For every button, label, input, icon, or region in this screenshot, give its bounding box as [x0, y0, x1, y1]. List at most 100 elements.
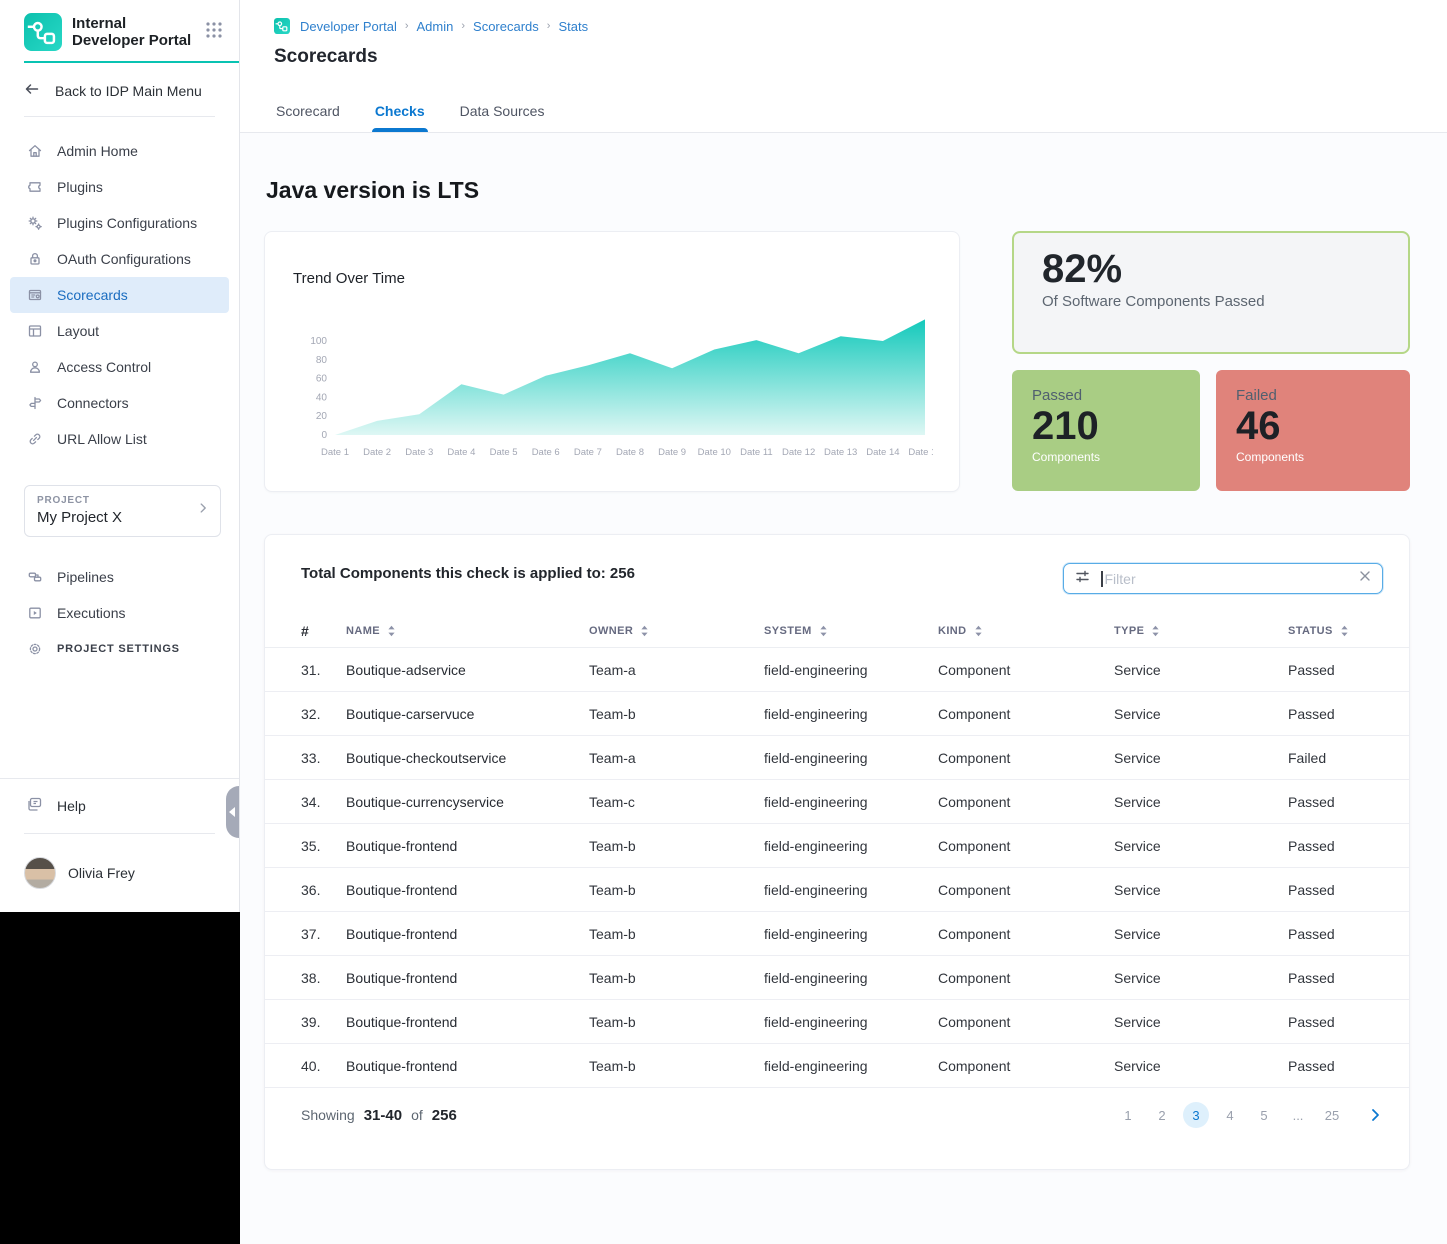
page-5[interactable]: 5	[1251, 1102, 1277, 1128]
svg-text:Date 14: Date 14	[866, 447, 899, 458]
showing-total: 256	[432, 1107, 457, 1124]
cell-name: Boutique-frontend	[346, 1014, 589, 1030]
stats-column: 82% Of Software Components Passed Passed…	[1012, 231, 1410, 492]
main-header: Developer Portal›Admin›Scorecards›Stats …	[240, 0, 1447, 133]
cell-system: field-engineering	[764, 706, 938, 722]
sort-icon	[640, 625, 649, 637]
table-footer: Showing 31-40 of 256 12345...25	[265, 1088, 1409, 1142]
sidebar-item-plugins[interactable]: Plugins	[10, 169, 229, 205]
column-header-name[interactable]: NAME	[346, 625, 589, 637]
breadcrumb-scorecards[interactable]: Scorecards	[473, 19, 539, 34]
sidebar-item-project-settings[interactable]: PROJECT SETTINGS	[10, 631, 229, 667]
cell-owner: Team-b	[589, 706, 764, 722]
check-title: Java version is LTS	[266, 177, 1410, 204]
app-grid-icon[interactable]	[205, 21, 223, 44]
page-2[interactable]: 2	[1149, 1102, 1175, 1128]
breadcrumb-stats[interactable]: Stats	[558, 19, 588, 34]
sidebar-item-url-allow-list[interactable]: URL Allow List	[10, 421, 229, 457]
cell-name: Boutique-frontend	[346, 882, 589, 898]
column-label: STATUS	[1288, 625, 1333, 637]
breadcrumb-developer-portal[interactable]: Developer Portal	[300, 19, 397, 34]
cell-status: Passed	[1288, 926, 1409, 942]
column-label: SYSTEM	[764, 625, 812, 637]
cell-name: Boutique-currencyservice	[346, 794, 589, 810]
next-page-button[interactable]	[1367, 1107, 1383, 1123]
main-panel: Developer Portal›Admin›Scorecards›Stats …	[240, 0, 1447, 1244]
page-1[interactable]: 1	[1115, 1102, 1141, 1128]
column-header-kind[interactable]: KIND	[938, 625, 1114, 637]
sidebar-collapse-handle[interactable]	[226, 786, 239, 838]
sort-icon	[1151, 625, 1160, 637]
main-content: Java version is LTS Trend Over Time 0204…	[240, 133, 1447, 1170]
layout-icon	[26, 323, 43, 340]
user-menu[interactable]: Olivia Frey	[0, 834, 239, 912]
sidebar-item-pipelines[interactable]: Pipelines	[10, 559, 229, 595]
sidebar-item-layout[interactable]: Layout	[10, 313, 229, 349]
chevron-left-icon	[229, 807, 235, 817]
table-row[interactable]: 40.Boutique-frontendTeam-bfield-engineer…	[265, 1044, 1409, 1088]
chat-help-icon	[26, 796, 43, 816]
breadcrumb: Developer Portal›Admin›Scorecards›Stats	[274, 18, 1447, 34]
sidebar-item-plugins-configurations[interactable]: Plugins Configurations	[10, 205, 229, 241]
breadcrumb-admin[interactable]: Admin	[417, 19, 454, 34]
table-row[interactable]: 39.Boutique-frontendTeam-bfield-engineer…	[265, 1000, 1409, 1044]
table-row[interactable]: 34.Boutique-currencyserviceTeam-cfield-e…	[265, 780, 1409, 824]
sidebar-item-oauth-configurations[interactable]: OAuth Configurations	[10, 241, 229, 277]
sidebar-item-label: Layout	[57, 323, 99, 339]
page-4[interactable]: 4	[1217, 1102, 1243, 1128]
filter-sliders-icon[interactable]	[1074, 568, 1091, 590]
column-header-system[interactable]: SYSTEM	[764, 625, 938, 637]
project-selector[interactable]: PROJECT My Project X	[24, 485, 221, 537]
cell-kind: Component	[938, 706, 1114, 722]
svg-text:Date 7: Date 7	[574, 447, 602, 458]
page-3[interactable]: 3	[1183, 1102, 1209, 1128]
sidebar-bottom: Help Olivia Frey	[0, 778, 239, 912]
sidebar-item-label: URL Allow List	[57, 431, 147, 447]
cell-status: Failed	[1288, 750, 1409, 766]
table-row[interactable]: 33.Boutique-checkoutserviceTeam-afield-e…	[265, 736, 1409, 780]
sidebar-item-admin-home[interactable]: Admin Home	[10, 133, 229, 169]
cell-kind: Component	[938, 926, 1114, 942]
arrow-left-icon	[24, 81, 40, 100]
scorecard-icon	[26, 287, 43, 304]
cell-owner: Team-b	[589, 1014, 764, 1030]
sidebar-item-access-control[interactable]: Access Control	[10, 349, 229, 385]
column-header-type[interactable]: TYPE	[1114, 625, 1288, 637]
tab-data-sources[interactable]: Data Sources	[460, 103, 545, 132]
sidebar-header: Internal Developer Portal	[0, 0, 239, 61]
table-row[interactable]: 35.Boutique-frontendTeam-bfield-engineer…	[265, 824, 1409, 868]
svg-text:Date 15: Date 15	[908, 447, 933, 458]
cell-type: Service	[1114, 706, 1288, 722]
showing-label: Showing	[301, 1107, 355, 1123]
column-header-status[interactable]: STATUS	[1288, 625, 1409, 637]
summary-row: Trend Over Time 020406080100Date 1Date 2…	[264, 231, 1410, 492]
project-label: PROJECT	[37, 495, 208, 506]
table-row[interactable]: 37.Boutique-frontendTeam-bfield-engineer…	[265, 912, 1409, 956]
connector-icon	[26, 395, 43, 412]
pipelines-icon	[26, 569, 43, 586]
cell-owner: Team-b	[589, 882, 764, 898]
table-row[interactable]: 36.Boutique-frontendTeam-bfield-engineer…	[265, 868, 1409, 912]
svg-text:100: 100	[310, 336, 327, 347]
table-row[interactable]: 32.Boutique-carservuceTeam-bfield-engine…	[265, 692, 1409, 736]
tab-checks[interactable]: Checks	[375, 103, 425, 132]
breadcrumb-separator: ›	[461, 20, 465, 32]
sidebar-item-connectors[interactable]: Connectors	[10, 385, 229, 421]
sidebar-item-executions[interactable]: Executions	[10, 595, 229, 631]
cell-system: field-engineering	[764, 882, 938, 898]
filter-input[interactable]	[1103, 571, 1359, 587]
cell-type: Service	[1114, 662, 1288, 678]
cell-system: field-engineering	[764, 1058, 938, 1074]
page-25[interactable]: 25	[1319, 1102, 1345, 1128]
sidebar-item-scorecards[interactable]: Scorecards	[10, 277, 229, 313]
tab-scorecard[interactable]: Scorecard	[276, 103, 340, 132]
clear-filter-icon[interactable]	[1358, 569, 1372, 588]
cell-name: Boutique-frontend	[346, 970, 589, 986]
column-header-owner[interactable]: OWNER	[589, 625, 764, 637]
app-title-line2: Developer Portal	[72, 32, 191, 49]
table-row[interactable]: 31.Boutique-adserviceTeam-afield-enginee…	[265, 648, 1409, 692]
sort-icon	[974, 625, 983, 637]
help-button[interactable]: Help	[0, 779, 239, 833]
table-row[interactable]: 38.Boutique-frontendTeam-bfield-engineer…	[265, 956, 1409, 1000]
back-to-idp-main-menu[interactable]: Back to IDP Main Menu	[0, 63, 239, 116]
